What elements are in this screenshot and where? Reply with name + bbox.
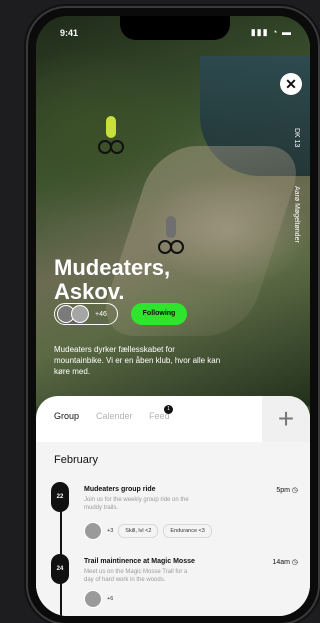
club-title: Mudeaters, Askov.	[54, 256, 170, 304]
avatar	[84, 590, 102, 608]
club-title-line-1: Mudeaters,	[54, 255, 171, 280]
skill-chip: Skill, lvl <2	[118, 524, 159, 538]
status-bar: 9:41 ▮▮▮ ◔ ▬	[36, 16, 310, 46]
event-time: 14am ◷	[272, 558, 298, 566]
event-date: 22	[51, 482, 69, 512]
phone-frame: 9:41 ▮▮▮ ◔ ▬ ✕ DK 13 Aarø Møgeltønder Mu…	[28, 8, 318, 623]
event-time: 5pm ◷	[276, 486, 298, 494]
event-time-text: 5pm	[276, 487, 290, 494]
trail-path	[95, 146, 307, 336]
event-subtitle: Meet us on the Magic Mosse Trail for a d…	[84, 569, 188, 583]
add-button[interactable]: +	[262, 396, 310, 444]
feed-badge: 1	[164, 405, 173, 414]
rider-1	[98, 116, 124, 156]
avatar	[71, 305, 89, 323]
close-button[interactable]: ✕	[280, 73, 302, 95]
status-icons: ▮▮▮ ◔ ▬	[250, 27, 292, 37]
tab-bar: Group Calender Feed 1 +	[36, 396, 310, 444]
event-title: Trail maintinence at Magic Mosse	[84, 558, 195, 565]
members-count: +46	[95, 310, 107, 318]
event-date: 24	[51, 554, 69, 584]
event-title: Mudeaters group ride	[84, 486, 156, 493]
event-meta: +3 Skill, lvl <2 Endurance <3	[84, 522, 212, 540]
side-label-code: DK 13	[293, 128, 300, 148]
tab-calender[interactable]: Calender	[96, 411, 133, 421]
club-description: Mudeaters dyrker fællesskabet for mounta…	[54, 345, 221, 376]
members-avatars[interactable]: +46	[54, 303, 118, 325]
side-label-location: Aarø Møgeltønder	[293, 186, 300, 243]
plus-icon: +	[277, 403, 295, 434]
close-icon: ✕	[285, 76, 297, 92]
status-time: 9:41	[60, 28, 79, 38]
endurance-chip: Endurance <3	[163, 524, 212, 538]
clock-icon: ◷	[291, 559, 298, 566]
event-meta: +6	[84, 590, 113, 608]
avatar	[84, 522, 102, 540]
event-subtitle: Join us for the weekly group ride on the…	[84, 497, 189, 511]
month-heading: February	[54, 454, 99, 466]
app-screen: 9:41 ▮▮▮ ◔ ▬ ✕ DK 13 Aarø Møgeltønder Mu…	[36, 16, 310, 616]
clock-icon: ◷	[291, 487, 298, 494]
attendees-more: +6	[107, 596, 114, 602]
following-button[interactable]: Following	[131, 303, 187, 325]
tab-group[interactable]: Group	[54, 411, 79, 421]
attendees-more: +3	[107, 528, 114, 534]
club-title-line-2: Askov.	[54, 279, 125, 304]
rider-2	[158, 216, 184, 256]
bottom-sheet: Group Calender Feed 1 + February 22 Mude…	[36, 396, 310, 616]
events-list: February 22 Mudeaters group ride Join us…	[36, 442, 310, 616]
event-time-text: 14am	[272, 559, 290, 566]
